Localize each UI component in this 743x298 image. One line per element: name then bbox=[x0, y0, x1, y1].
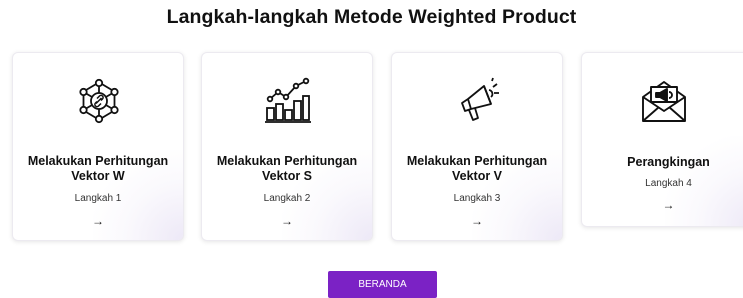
step-card-4[interactable]: Perangkingan Langkah 4 → bbox=[581, 52, 743, 227]
step-card-2[interactable]: Melakukan Perhitungan Vektor S Langkah 2… bbox=[201, 52, 373, 241]
step-card-3[interactable]: Melakukan Perhitungan Vektor V Langkah 3… bbox=[391, 52, 563, 241]
card-step-label: Langkah 3 bbox=[453, 193, 501, 204]
arrow-right-icon[interactable]: → bbox=[582, 198, 743, 212]
page: Langkah-langkah Metode Weighted Product … bbox=[0, 0, 743, 298]
home-button[interactable]: BERANDA bbox=[328, 271, 437, 298]
card-title: Melakukan Perhitungan Vektor S bbox=[216, 154, 358, 183]
card-title: Perangkingan bbox=[627, 155, 710, 169]
card-step-label: Langkah 4 bbox=[645, 178, 692, 189]
arrow-right-icon[interactable]: → bbox=[392, 214, 562, 228]
arrow-right-icon[interactable]: → bbox=[202, 214, 372, 228]
envelope-megaphone-icon bbox=[640, 77, 688, 125]
card-title: Melakukan Perhitungan Vektor W bbox=[27, 154, 169, 183]
card-step-label: Langkah 2 bbox=[263, 193, 311, 204]
megaphone-icon bbox=[454, 77, 502, 125]
bar-chart-trend-icon bbox=[264, 77, 312, 125]
page-title: Langkah-langkah Metode Weighted Product bbox=[166, 6, 577, 28]
step-card-1[interactable]: Melakukan Perhitungan Vektor W Langkah 1… bbox=[12, 52, 184, 241]
network-hub-icon bbox=[75, 77, 123, 125]
card-step-label: Langkah 1 bbox=[74, 193, 122, 204]
card-title: Melakukan Perhitungan Vektor V bbox=[406, 154, 548, 183]
arrow-right-icon[interactable]: → bbox=[13, 214, 183, 228]
